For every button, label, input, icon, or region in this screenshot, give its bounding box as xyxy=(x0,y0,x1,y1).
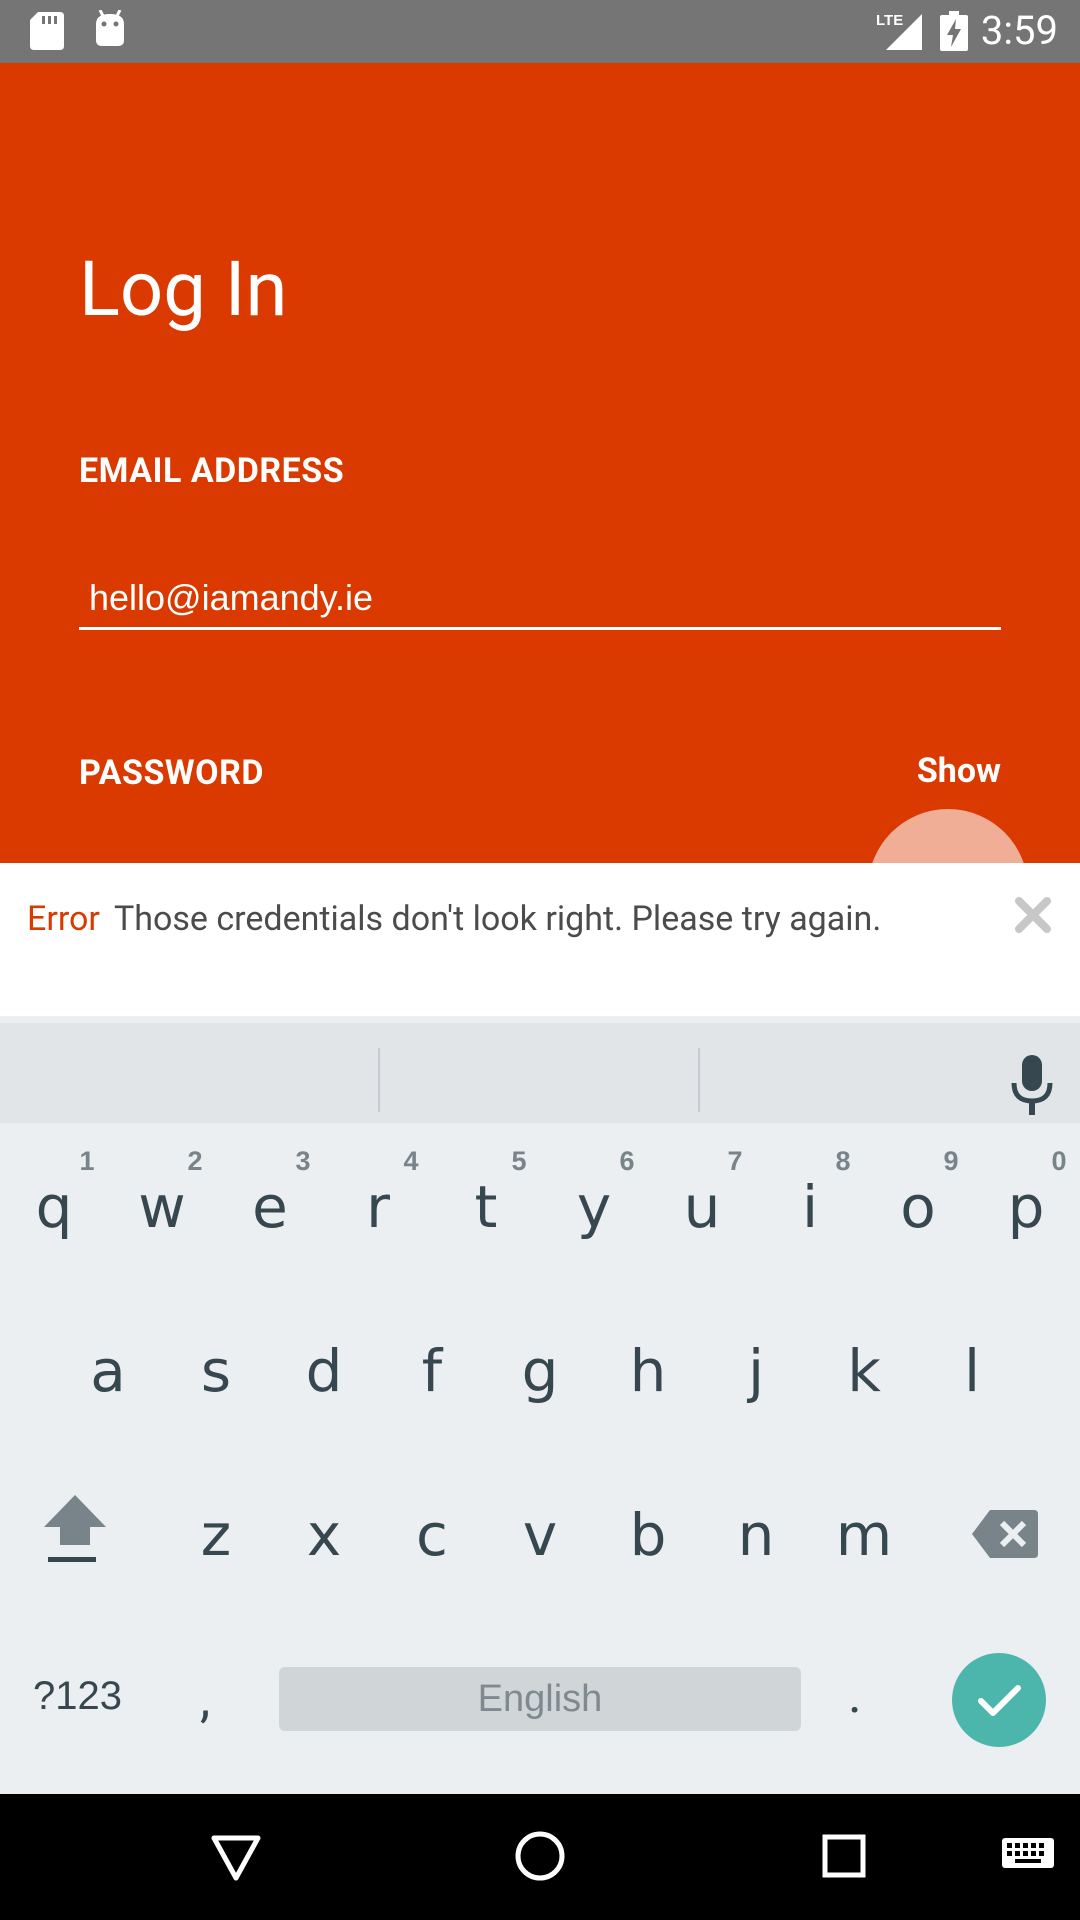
sd-card-icon xyxy=(30,12,64,50)
microphone-icon[interactable] xyxy=(1008,1053,1056,1117)
back-icon[interactable] xyxy=(210,1834,262,1882)
key-a[interactable]: a xyxy=(68,1342,148,1400)
symbols-key[interactable]: ?123 xyxy=(33,1674,122,1719)
key-hint: 8 xyxy=(835,1146,851,1176)
status-bar: LTE 3:59 xyxy=(0,0,1080,63)
error-message-block: Error Those credentials don't look right.… xyxy=(27,893,987,946)
keyboard-switch-icon[interactable] xyxy=(1002,1838,1054,1874)
key-hint: 7 xyxy=(727,1146,743,1176)
email-label: EMAIL ADDRESS xyxy=(79,451,345,491)
lte-signal-icon: LTE xyxy=(876,12,922,50)
key-s[interactable]: s xyxy=(176,1342,256,1400)
key-q[interactable]: q xyxy=(14,1178,94,1236)
android-icon xyxy=(96,10,124,46)
key-d[interactable]: d xyxy=(284,1342,364,1400)
key-f[interactable]: f xyxy=(392,1342,472,1400)
checkmark-icon xyxy=(978,1685,1021,1716)
key-w[interactable]: w xyxy=(122,1178,202,1236)
period-key[interactable]: . xyxy=(848,1664,862,1725)
key-h[interactable]: h xyxy=(608,1342,688,1400)
key-b[interactable]: b xyxy=(608,1506,688,1564)
key-n[interactable]: n xyxy=(716,1506,796,1564)
suggestion-strip xyxy=(0,1023,1080,1123)
key-hint: 3 xyxy=(295,1146,311,1176)
key-hint: 1 xyxy=(79,1146,95,1176)
key-z[interactable]: z xyxy=(176,1506,256,1564)
clock: 3:59 xyxy=(980,7,1058,54)
key-hint: 0 xyxy=(1051,1146,1067,1176)
navigation-bar xyxy=(0,1794,1080,1920)
enter-key[interactable] xyxy=(952,1653,1046,1747)
key-p[interactable]: p xyxy=(986,1178,1066,1236)
comma-key[interactable]: , xyxy=(200,1668,210,1729)
key-g[interactable]: g xyxy=(500,1342,580,1400)
key-o[interactable]: o xyxy=(878,1178,958,1236)
battery-charging-icon xyxy=(940,11,968,51)
show-password-button[interactable]: Show xyxy=(917,751,1001,791)
key-m[interactable]: m xyxy=(824,1506,904,1564)
key-v[interactable]: v xyxy=(500,1506,580,1564)
key-i[interactable]: i xyxy=(770,1178,850,1236)
password-label: PASSWORD xyxy=(79,753,264,793)
key-hint: 2 xyxy=(187,1146,203,1176)
key-hint: 5 xyxy=(511,1146,527,1176)
key-u[interactable]: u xyxy=(662,1178,742,1236)
key-r[interactable]: r xyxy=(338,1178,418,1236)
suggestion-divider xyxy=(698,1048,700,1112)
submit-fab[interactable] xyxy=(868,809,1028,863)
login-panel: Log In EMAIL ADDRESS PASSWORD Show xyxy=(0,63,1080,863)
key-l[interactable]: l xyxy=(932,1342,1012,1400)
recents-icon[interactable] xyxy=(822,1834,866,1878)
key-y[interactable]: y xyxy=(554,1178,634,1236)
key-hint: 9 xyxy=(943,1146,959,1176)
error-message: Those credentials don't look right. Plea… xyxy=(113,899,882,939)
error-banner: Error Those credentials don't look right.… xyxy=(0,863,1080,1016)
key-hint: 4 xyxy=(403,1146,419,1176)
key-c[interactable]: c xyxy=(392,1506,472,1564)
error-tag: Error xyxy=(27,899,100,939)
close-icon[interactable] xyxy=(1014,896,1052,934)
home-icon[interactable] xyxy=(514,1830,566,1882)
email-field[interactable] xyxy=(79,568,1001,630)
suggestion-divider xyxy=(378,1048,380,1112)
key-hint: 6 xyxy=(619,1146,635,1176)
space-key[interactable]: English xyxy=(279,1667,801,1731)
key-k[interactable]: k xyxy=(824,1342,904,1400)
key-e[interactable]: e xyxy=(230,1178,310,1236)
shift-icon[interactable] xyxy=(40,1491,110,1566)
key-j[interactable]: j xyxy=(716,1342,796,1400)
svg-text:LTE: LTE xyxy=(876,12,903,29)
page-title: Log In xyxy=(79,244,288,334)
key-x[interactable]: x xyxy=(284,1506,364,1564)
backspace-icon[interactable] xyxy=(972,1510,1038,1558)
key-t[interactable]: t xyxy=(446,1178,526,1236)
